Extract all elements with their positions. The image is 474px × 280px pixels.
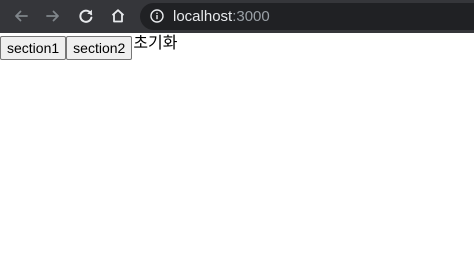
info-icon[interactable] (150, 9, 164, 23)
address-bar[interactable]: localhost:3000 (140, 3, 474, 30)
reload-icon (79, 9, 93, 23)
back-button[interactable] (9, 4, 33, 28)
address-host: localhost (173, 8, 233, 25)
section2-button[interactable]: section2 (66, 36, 133, 60)
forward-button[interactable] (41, 4, 65, 28)
reset-text: 초기화 (133, 33, 178, 52)
address-port: :3000 (232, 8, 270, 25)
home-icon (111, 9, 125, 23)
section1-button[interactable]: section1 (0, 36, 67, 60)
browser-toolbar: localhost:3000 (0, 0, 474, 33)
page-content: section1 section2 초기화 (0, 33, 474, 280)
button-row: section1 section2 초기화 (0, 33, 474, 60)
address-url[interactable]: localhost:3000 (173, 7, 270, 26)
back-arrow-icon (15, 10, 28, 22)
reload-button[interactable] (74, 4, 98, 28)
forward-arrow-icon (46, 10, 59, 22)
home-button[interactable] (106, 4, 130, 28)
